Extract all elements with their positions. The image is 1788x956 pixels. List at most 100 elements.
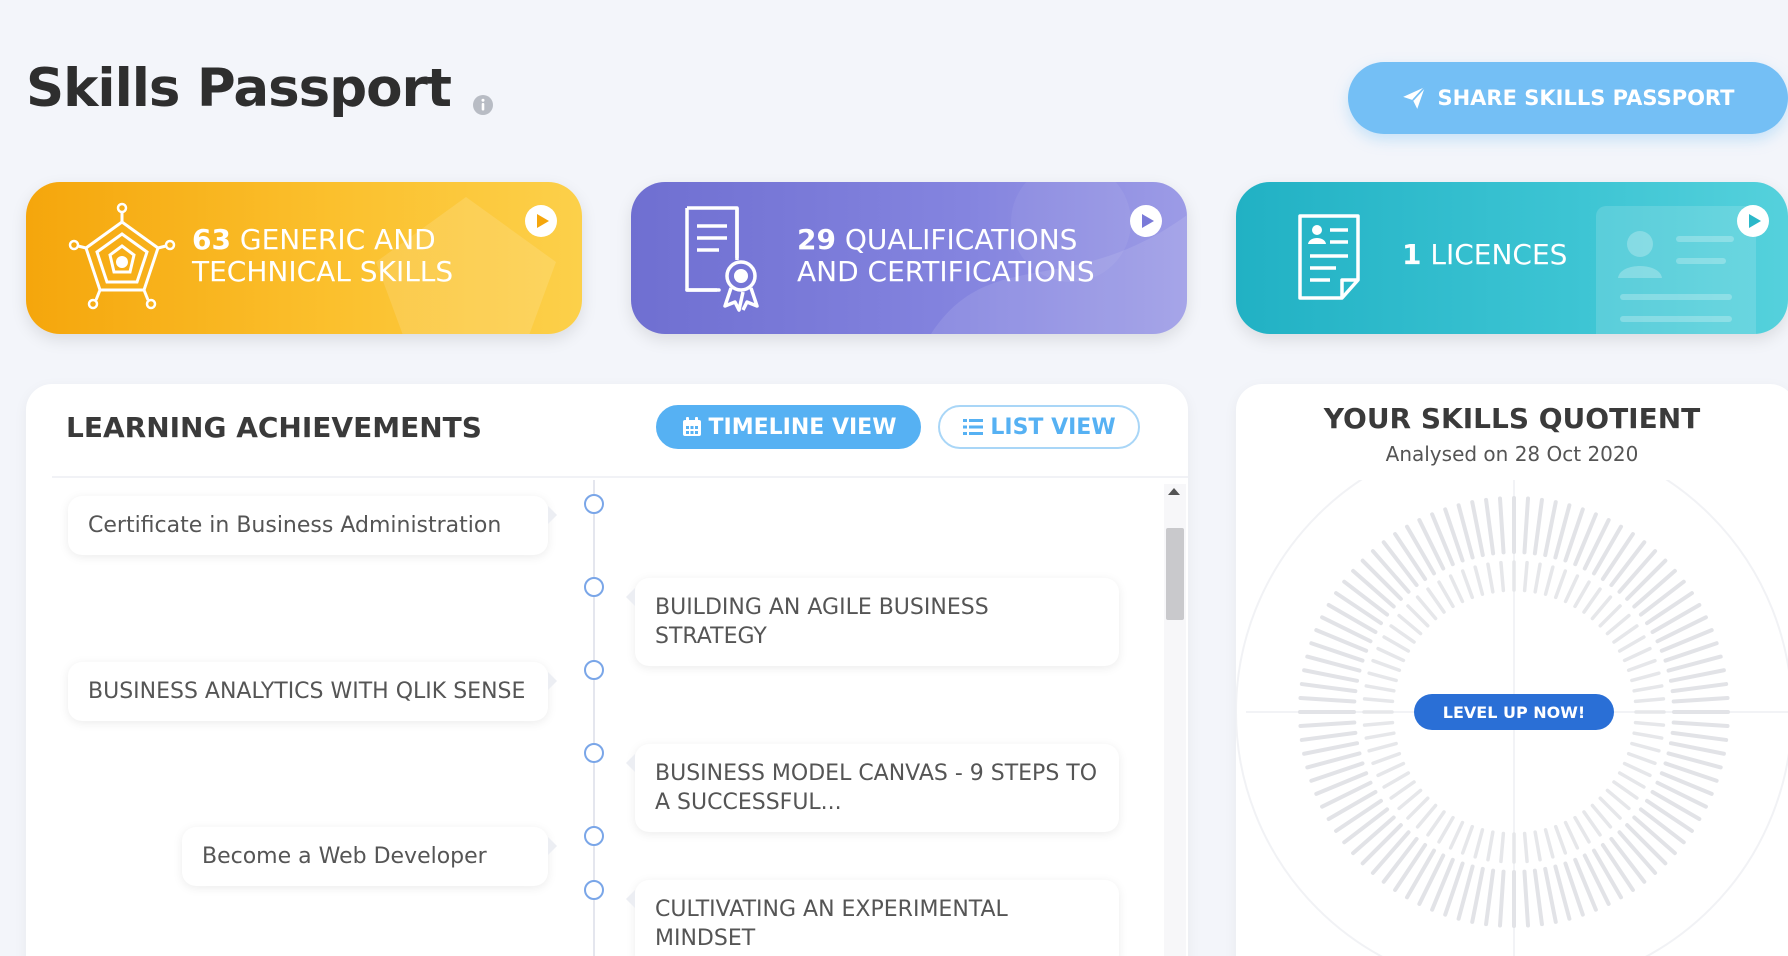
ring-tick <box>1499 560 1506 593</box>
timeline-entry[interactable]: BUSINESS ANALYTICS WITH QLIK SENSE <box>68 662 557 721</box>
ring-tick <box>1473 828 1485 859</box>
scroll-up-arrow-icon[interactable] <box>1168 488 1180 495</box>
ring-tick <box>1632 684 1664 693</box>
timeline-entry-text: CULTIVATING AN EXPERIMENTAL MINDSET <box>655 897 1008 951</box>
ring-tick <box>1598 796 1622 820</box>
play-icon[interactable] <box>1736 204 1770 238</box>
ring-tick <box>1543 866 1558 924</box>
timeline-entry[interactable]: Certificate in Business Administration <box>68 496 557 555</box>
ring-tick <box>1415 595 1438 621</box>
ring-tick <box>1302 668 1360 683</box>
ring-tick <box>1351 815 1396 856</box>
ring-tick <box>1600 532 1635 581</box>
share-button-label: SHARE SKILLS PASSPORT <box>1437 86 1735 110</box>
timeline-entry[interactable]: CULTIVATING AN EXPERIMENTAL MINDSET <box>626 880 1119 956</box>
play-icon[interactable] <box>524 204 558 238</box>
timeline-node <box>584 826 604 846</box>
ring-tick <box>1405 848 1436 900</box>
panel-divider <box>52 476 1188 478</box>
share-skills-passport-button[interactable]: SHARE SKILLS PASSPORT <box>1348 62 1788 134</box>
ring-tick <box>1645 798 1694 833</box>
ring-tick <box>1617 771 1646 789</box>
ring-tick <box>1605 788 1631 811</box>
list-view-label: LIST VIEW <box>990 414 1116 440</box>
ring-tick <box>1625 558 1668 601</box>
ring-tick <box>1632 731 1664 740</box>
ring-tick <box>1617 830 1658 875</box>
qualifications-certifications-card[interactable]: 29 QUALIFICATIONS AND CERTIFICATIONS <box>631 182 1187 334</box>
ring-tick <box>1299 730 1358 742</box>
ring-tick <box>1448 820 1465 850</box>
licences-card[interactable]: 1 LICENCES <box>1236 182 1788 334</box>
ring-tick <box>1389 624 1416 644</box>
ring-tick <box>1426 587 1446 614</box>
ring-tick <box>1532 868 1544 927</box>
ring-tick <box>1389 780 1416 800</box>
timeline-entry-text: BUSINESS ANALYTICS WITH QLIK SENSE <box>88 679 526 704</box>
ring-tick <box>1638 807 1686 845</box>
level-up-now-button[interactable]: LEVEL UP NOW! <box>1414 694 1614 730</box>
timeline-entry-text: Become a Web Developer <box>202 844 487 869</box>
play-icon[interactable] <box>1129 204 1163 238</box>
timeline-view-button[interactable]: TIMELINE VIEW <box>656 405 921 449</box>
ring-tick <box>1302 741 1360 756</box>
ring-tick <box>1498 869 1506 928</box>
ring-tick <box>1342 807 1390 845</box>
timeline-node <box>584 494 604 514</box>
ring-tick <box>1573 580 1591 609</box>
ring-tick <box>1617 635 1646 653</box>
ring-tick <box>1522 560 1529 593</box>
timeline-entry[interactable]: BUSINESS MODEL CANVAS - 9 STEPS TO A SUC… <box>626 744 1119 832</box>
ring-tick <box>1326 603 1378 634</box>
ring-tick <box>1351 568 1396 609</box>
qualifications-label-line2: AND CERTIFICATIONS <box>797 255 1095 288</box>
ring-tick <box>1299 682 1358 694</box>
ring-tick <box>1633 697 1666 704</box>
ring-tick <box>1364 731 1396 740</box>
ring-tick <box>1382 635 1411 653</box>
ring-tick <box>1543 565 1555 596</box>
ring-tick <box>1626 658 1657 673</box>
ring-tick <box>1625 823 1668 866</box>
qualifications-count: 29 <box>797 223 836 256</box>
timeline-node <box>584 660 604 680</box>
ring-tick <box>1671 720 1730 728</box>
timeline-entry[interactable]: Become a Web Developer <box>182 827 557 886</box>
ring-tick <box>1381 540 1419 588</box>
timeline-entry[interactable]: BUILDING AN AGILE BUSINESS STRATEGY <box>626 578 1119 666</box>
ring-tick <box>1668 668 1726 683</box>
ring-tick <box>1486 830 1495 862</box>
ring-tick <box>1582 810 1602 837</box>
ring-tick <box>1612 780 1639 800</box>
app-root: Skills Passport SHARE SKILLS PASSPORT 63… <box>0 0 1788 956</box>
ring-tick <box>1600 843 1635 892</box>
licence-document-icon <box>1298 214 1360 300</box>
id-card-decoration <box>1596 206 1756 334</box>
skills-count: 63 <box>192 223 231 256</box>
generic-technical-skills-card[interactable]: 63 GENERIC AND TECHNICAL SKILLS <box>26 182 582 334</box>
list-view-button[interactable]: LIST VIEW <box>938 405 1140 449</box>
ring-tick <box>1598 604 1622 628</box>
ring-tick <box>1638 579 1686 617</box>
ring-tick <box>1522 831 1529 864</box>
timeline-entry-text: BUSINESS MODEL CANVAS - 9 STEPS TO A SUC… <box>655 761 1098 815</box>
calendar-icon <box>682 417 701 436</box>
ring-tick <box>1590 595 1613 621</box>
ring-tick <box>1605 613 1631 636</box>
timeline-node <box>584 880 604 900</box>
ring-tick <box>1460 824 1475 855</box>
ring-tick <box>1426 810 1446 837</box>
ring-tick <box>1632 815 1677 856</box>
ring-tick <box>1367 741 1398 753</box>
skills-card-text: 63 GENERIC AND TECHNICAL SKILLS <box>192 224 453 288</box>
ring-tick <box>1437 580 1455 609</box>
ring-tick <box>1393 843 1428 892</box>
ring-tick <box>1460 569 1475 600</box>
ring-tick <box>1609 540 1647 588</box>
timeline-entry-text: BUILDING AN AGILE BUSINESS STRATEGY <box>655 595 989 649</box>
scrollbar-thumb[interactable] <box>1166 528 1184 620</box>
ring-tick <box>1522 496 1530 555</box>
ring-tick <box>1370 549 1411 594</box>
paper-plane-icon <box>1403 86 1426 109</box>
info-icon[interactable] <box>472 94 494 116</box>
